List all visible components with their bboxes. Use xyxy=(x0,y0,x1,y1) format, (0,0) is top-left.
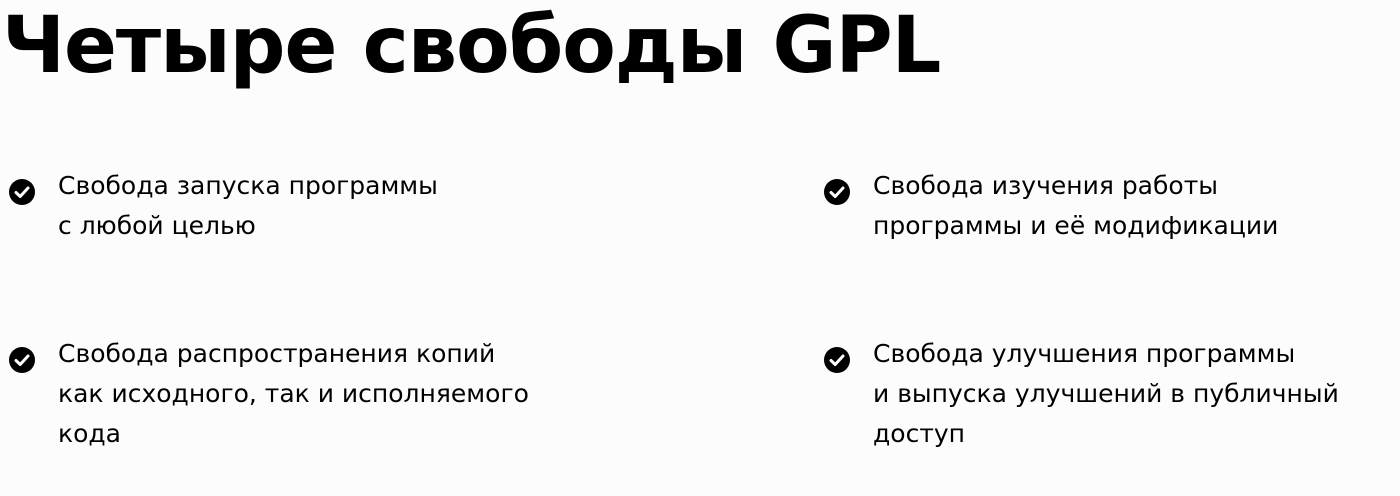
check-circle-icon xyxy=(9,179,35,205)
check-circle-icon xyxy=(9,347,35,373)
freedom-text: Свобода распространения копий как исходн… xyxy=(58,339,529,448)
check-circle-icon xyxy=(824,347,850,373)
check-circle-icon xyxy=(824,179,850,205)
freedom-text: Свобода запуска программы с любой целью xyxy=(58,171,438,240)
freedom-text: Свобода улучшения программы и выпуска ул… xyxy=(873,339,1339,448)
page-title: Четыре свободы GPL xyxy=(2,1,941,91)
freedom-text: Свобода изучения работы программы и её м… xyxy=(873,171,1279,240)
